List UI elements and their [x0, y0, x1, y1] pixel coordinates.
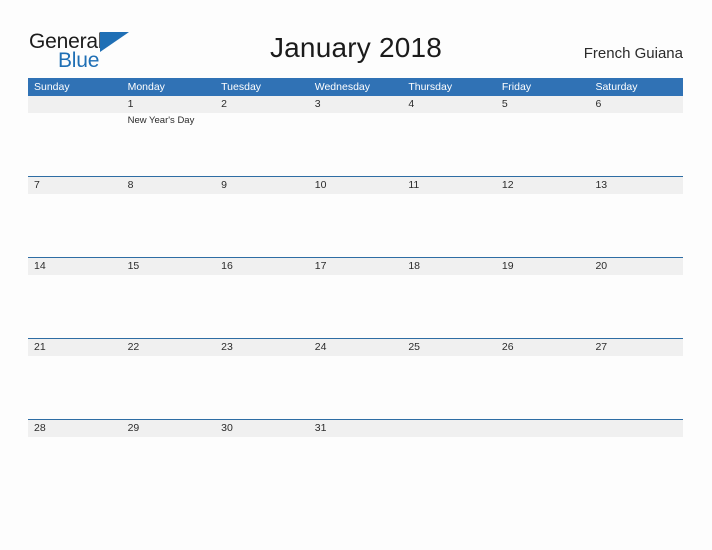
day-number[interactable]: 19	[496, 258, 590, 275]
day-number[interactable]: 7	[28, 177, 122, 194]
day-number[interactable]: 25	[402, 339, 496, 356]
weekday-header-wednesday: Wednesday	[314, 81, 370, 93]
day-cell[interactable]	[309, 275, 403, 338]
week-content-row	[28, 437, 683, 500]
day-cell[interactable]	[589, 113, 683, 176]
day-number[interactable]: 29	[122, 420, 216, 437]
week-content-row: New Year's Day	[28, 113, 683, 176]
day-number[interactable]: 9	[215, 177, 309, 194]
day-cell[interactable]	[589, 275, 683, 338]
day-cell[interactable]	[496, 275, 590, 338]
calendar-week-row: 28 29 30 31	[28, 419, 683, 500]
day-cell[interactable]	[122, 356, 216, 419]
day-number[interactable]: 16	[215, 258, 309, 275]
day-cell[interactable]	[589, 356, 683, 419]
day-number[interactable]: 23	[215, 339, 309, 356]
day-cell	[402, 437, 496, 500]
day-number-empty	[496, 420, 590, 437]
calendar-week-row: 14 15 16 17 18 19 20	[28, 257, 683, 338]
day-cell	[28, 113, 122, 176]
day-cell[interactable]	[28, 275, 122, 338]
weekday-header-sunday: Sunday	[34, 81, 70, 93]
day-number[interactable]: 28	[28, 420, 122, 437]
day-number[interactable]: 2	[215, 96, 309, 113]
day-number[interactable]: 11	[402, 177, 496, 194]
day-cell[interactable]	[309, 356, 403, 419]
calendar-page: General Blue January 2018 French Guiana …	[0, 0, 712, 550]
day-number[interactable]: 12	[496, 177, 590, 194]
week-daynumber-band: 14 15 16 17 18 19 20	[28, 258, 683, 275]
day-cell[interactable]: New Year's Day	[122, 113, 216, 176]
day-number-empty	[28, 96, 122, 113]
day-number[interactable]: 26	[496, 339, 590, 356]
day-number[interactable]: 10	[309, 177, 403, 194]
day-number[interactable]: 30	[215, 420, 309, 437]
week-daynumber-band: 28 29 30 31	[28, 420, 683, 437]
day-cell[interactable]	[402, 194, 496, 257]
day-cell[interactable]	[122, 275, 216, 338]
day-cell[interactable]	[496, 194, 590, 257]
calendar-week-row: 21 22 23 24 25 26 27	[28, 338, 683, 419]
day-cell[interactable]	[215, 113, 309, 176]
day-number-empty	[589, 420, 683, 437]
day-number[interactable]: 31	[309, 420, 403, 437]
day-number-empty	[402, 420, 496, 437]
week-daynumber-band: 123456	[28, 96, 683, 113]
day-number[interactable]: 17	[309, 258, 403, 275]
day-cell[interactable]	[28, 194, 122, 257]
day-cell	[496, 437, 590, 500]
day-number[interactable]: 20	[589, 258, 683, 275]
day-cell[interactable]	[496, 356, 590, 419]
calendar-week-row: 7 8 9 10 11 12 13	[28, 176, 683, 257]
day-cell[interactable]	[215, 356, 309, 419]
day-number[interactable]: 13	[589, 177, 683, 194]
day-number[interactable]: 8	[122, 177, 216, 194]
day-number[interactable]: 22	[122, 339, 216, 356]
day-cell[interactable]	[402, 275, 496, 338]
weekday-header-friday: Friday	[501, 81, 532, 93]
day-number[interactable]: 5	[496, 96, 590, 113]
day-cell[interactable]	[309, 113, 403, 176]
day-cell[interactable]	[28, 356, 122, 419]
day-cell[interactable]	[215, 275, 309, 338]
page-header: General Blue January 2018 French Guiana	[0, 0, 712, 78]
week-content-row	[28, 356, 683, 419]
day-cell[interactable]	[496, 113, 590, 176]
day-number[interactable]: 6	[589, 96, 683, 113]
day-number[interactable]: 27	[589, 339, 683, 356]
day-number[interactable]: 21	[28, 339, 122, 356]
calendar-weeks: 1 2 3 4 5 6 New Year's Day 7 8 9 10 11 12 13 14 15 16 17 1…	[28, 96, 683, 500]
calendar-week-row: 1 2 3 4 5 6 New Year's Day	[28, 96, 683, 176]
day-number[interactable]: 4	[402, 96, 496, 113]
day-number[interactable]: 3	[309, 96, 403, 113]
day-cell[interactable]	[589, 194, 683, 257]
week-content-row	[28, 275, 683, 338]
day-cell[interactable]	[309, 194, 403, 257]
day-cell[interactable]	[122, 194, 216, 257]
day-number[interactable]: 15	[122, 258, 216, 275]
locale-label: French Guiana	[583, 45, 683, 62]
day-number[interactable]: 18	[402, 258, 496, 275]
day-cell[interactable]	[28, 437, 122, 500]
weekday-header-saturday: Saturday	[595, 81, 638, 93]
weekday-header-row: Sunday Monday Tuesday Wednesday Thursday Frid…	[28, 78, 683, 96]
day-cell[interactable]	[402, 113, 496, 176]
week-daynumber-band: 21 22 23 24 25 26 27	[28, 339, 683, 356]
weekday-header-thursday: Thursday	[408, 81, 453, 93]
day-number[interactable]: 1	[122, 96, 216, 113]
day-cell[interactable]	[215, 437, 309, 500]
week-content-row	[28, 194, 683, 257]
day-number[interactable]: 14	[28, 258, 122, 275]
day-cell[interactable]	[402, 356, 496, 419]
day-cell	[589, 437, 683, 500]
day-cell[interactable]	[309, 437, 403, 500]
day-number[interactable]: 24	[309, 339, 403, 356]
weekday-header-monday: Monday	[127, 81, 165, 93]
day-cell[interactable]	[122, 437, 216, 500]
day-event-label: New Year's Day	[127, 115, 195, 126]
day-cell[interactable]	[215, 194, 309, 257]
calendar-grid: Sunday Monday Tuesday Wednesday Thursday Frid…	[28, 78, 683, 500]
weekday-header-tuesday: Tuesday	[221, 81, 262, 93]
week-daynumber-band: 7 8 9 10 11 12 13	[28, 177, 683, 194]
